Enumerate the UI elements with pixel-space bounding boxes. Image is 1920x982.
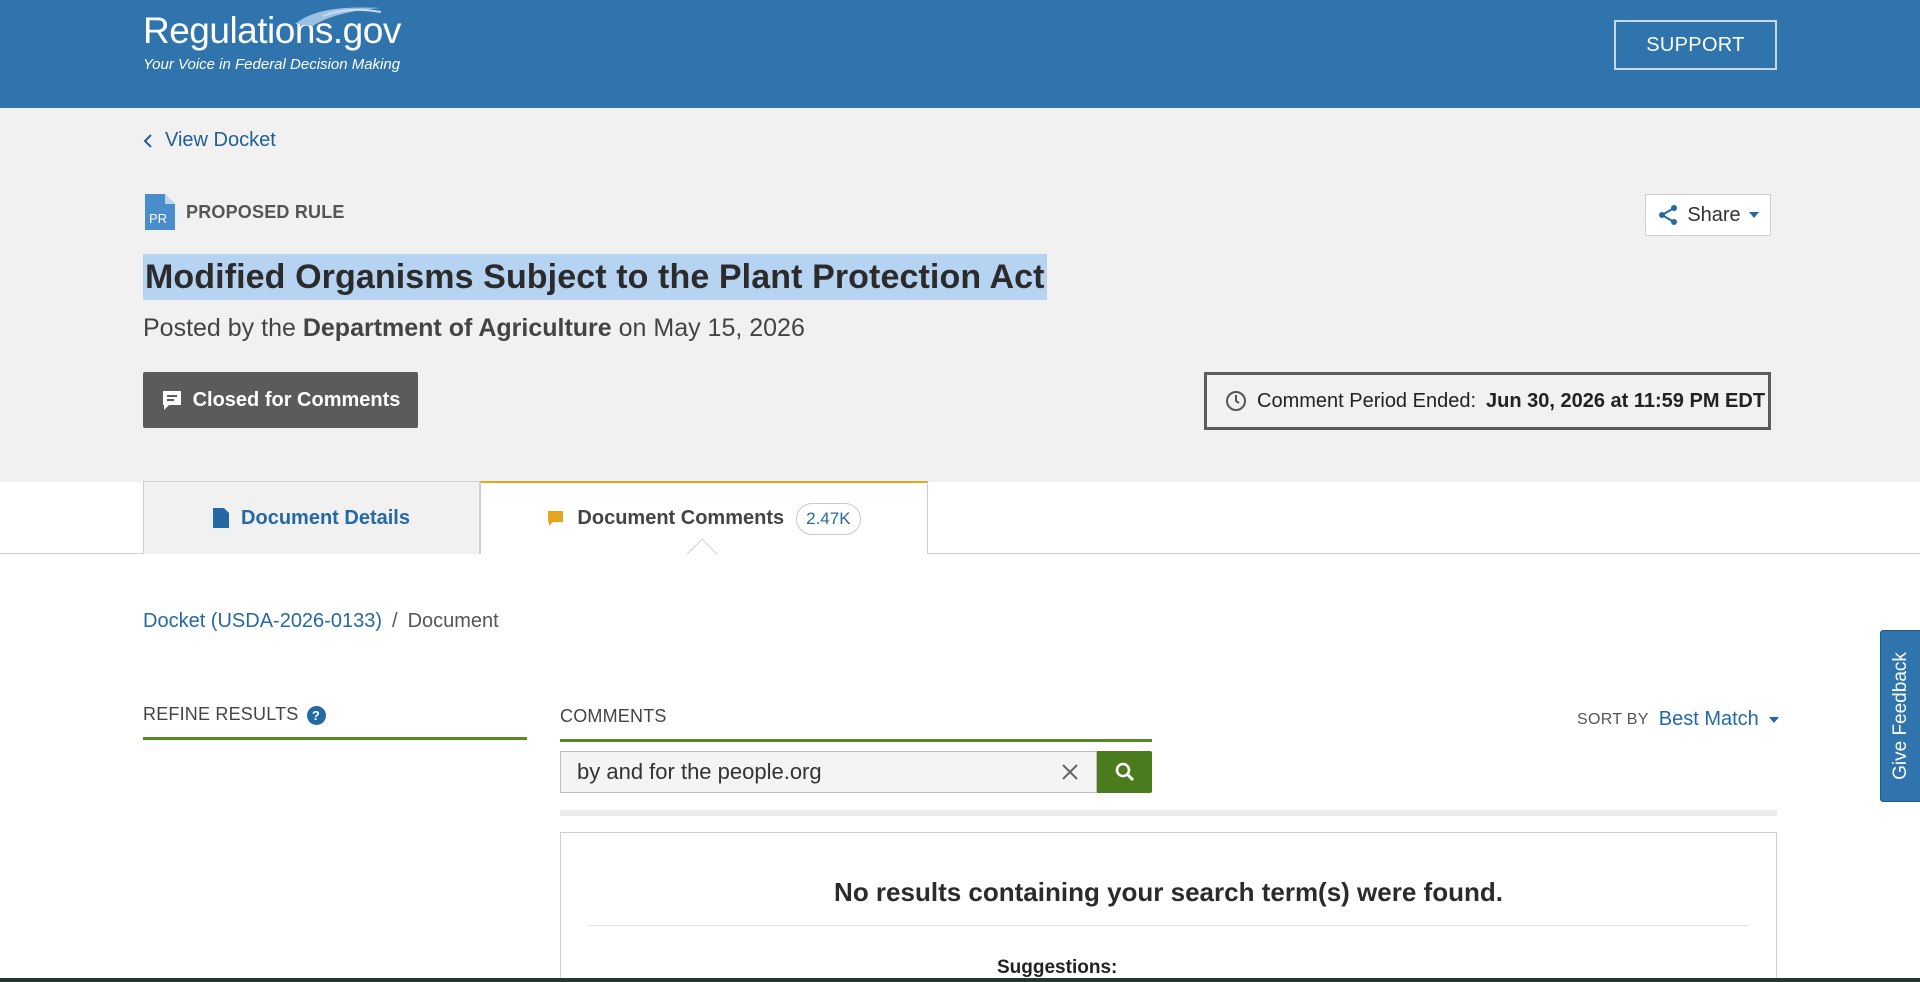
proposed-rule-icon: PR [145,194,175,230]
sort-by-label: SORT BY [1577,710,1649,728]
breadcrumb-separator: / [392,610,398,632]
share-label: Share [1687,203,1741,226]
comment-search-input[interactable]: by and for the people.org [560,751,1097,793]
comments-section-label: COMMENTS [560,706,1152,742]
tab-document-details[interactable]: Document Details [143,481,480,554]
give-feedback-tab[interactable]: Give Feedback [1880,630,1920,802]
give-feedback-label: Give Feedback [1889,652,1911,780]
help-icon[interactable]: ? [306,706,326,725]
document-type-label: PROPOSED RULE [186,201,345,222]
posted-date: on May 15, 2026 [618,314,805,342]
close-icon [1062,764,1078,780]
closed-for-comments-label: Closed for Comments [192,388,401,411]
chevron-left-icon [143,133,152,148]
sort-control[interactable]: SORT BY Best Match [1577,708,1779,731]
flag-swoosh-icon [295,7,382,26]
breadcrumb-docket-link[interactable]: Docket (USDA-2026-0133) [143,610,382,633]
view-docket-link[interactable]: View Docket [143,129,276,152]
results-panel: No results containing your search term(s… [560,832,1777,982]
suggestions-heading: Suggestions: [997,957,1118,978]
refine-results-label: REFINE RESULTS [143,704,299,724]
clock-icon [1226,391,1246,411]
tab-document-details-label: Document Details [241,506,410,529]
search-input-value: by and for the people.org [577,759,822,784]
document-title: Modified Organisms Subject to the Plant … [143,254,1047,300]
caret-down-icon [1768,716,1779,723]
posted-prefix: Posted by the [143,314,296,342]
page: Regulations.gov Your Voice in Federal De… [0,0,1920,982]
no-results-message: No results containing your search term(s… [834,877,1503,907]
results-separator [589,925,1749,926]
document-type: PR PROPOSED RULE [143,194,345,230]
breadcrumb: Docket (USDA-2026-0133) / Document [143,610,499,633]
search-icon [1115,762,1134,782]
window-edge [0,978,1920,982]
share-button[interactable]: Share [1645,194,1771,236]
period-value: Jun 30, 2026 at 11:59 PM EDT [1486,389,1766,412]
site-header: Regulations.gov Your Voice in Federal De… [0,0,1920,108]
period-label: Comment Period Ended: [1257,389,1477,412]
clear-search-button[interactable] [1056,758,1084,786]
comment-icon [548,510,564,526]
view-docket-label: View Docket [165,129,276,151]
pr-badge-text: PR [149,211,167,226]
posted-agency: Department of Agriculture [302,314,612,342]
posted-by: Posted by the Department of Agriculture … [143,314,805,343]
breadcrumb-current: Document [407,610,499,632]
comment-closed-icon [162,391,181,410]
share-icon [1659,205,1678,225]
caret-down-icon [1748,212,1759,218]
sort-by-value[interactable]: Best Match [1659,708,1759,731]
logo-tagline: Your Voice in Federal Decision Making [143,56,401,73]
refine-results-header: REFINE RESULTS ? [143,704,527,740]
tab-document-comments-label: Document Comments [577,507,785,529]
search-button[interactable] [1097,751,1152,793]
support-button[interactable]: SUPPORT [1614,20,1777,70]
results-divider [560,810,1777,816]
comment-count-badge: 2.47K [796,502,861,535]
document-icon [213,508,230,528]
closed-for-comments-button[interactable]: Closed for Comments [143,372,418,428]
site-logo[interactable]: Regulations.gov Your Voice in Federal De… [143,7,401,73]
comment-period-status: Comment Period Ended: Jun 30, 2026 at 11… [1204,372,1771,430]
